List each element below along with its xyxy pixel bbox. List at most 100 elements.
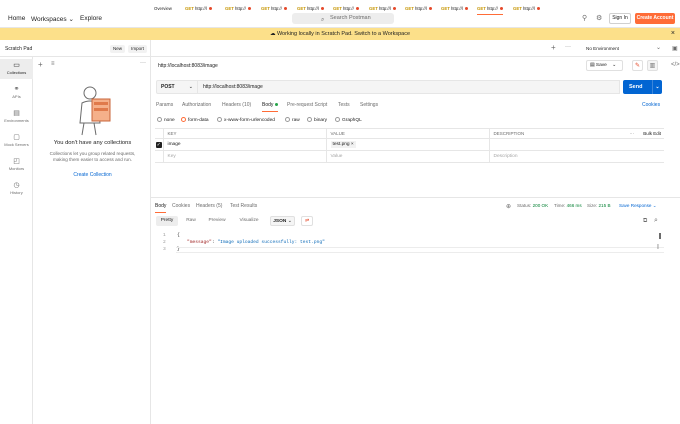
tab-params[interactable]: Params [156, 102, 173, 108]
save-response-button[interactable]: Save Response ⌄ [619, 203, 657, 209]
unsaved-dot-icon [428, 7, 432, 11]
request-tab[interactable]: GET http://l [513, 6, 540, 11]
cookies-link[interactable]: Cookies [642, 102, 660, 108]
request-tab[interactable]: GET http://l [441, 6, 468, 11]
unsaved-dot-icon [283, 7, 287, 11]
tab-pre-request-script[interactable]: Pre-request Script [287, 102, 327, 108]
tab-overview[interactable]: Overview [154, 6, 172, 11]
request-tab[interactable]: GET http://l [297, 6, 324, 11]
sidebar-item-environments[interactable]: ▤ Environments [0, 107, 33, 127]
format-tab-visualize[interactable]: Visualize [234, 216, 264, 226]
chevron-down-icon[interactable]: ⌄ [656, 44, 661, 51]
value-input[interactable]: Value [325, 150, 490, 163]
radio-urlencoded[interactable]: x-www-form-urlencoded [217, 117, 275, 123]
row-checkbox[interactable]: ✓ [155, 141, 162, 148]
format-select[interactable]: JSON ⌄ [270, 216, 295, 226]
create-account-button[interactable]: Create Account [635, 13, 675, 24]
request-tab-active[interactable]: GET http:// [477, 6, 503, 15]
environment-quick-look-icon[interactable]: ▣ [672, 45, 678, 52]
chevron-down-icon[interactable]: ⌄ [652, 80, 662, 94]
more-icon[interactable]: ··· [140, 60, 146, 66]
plus-icon[interactable]: + [38, 60, 43, 69]
sign-in-button[interactable]: Sign In [609, 13, 631, 24]
tabs-more-icon[interactable]: ··· [565, 44, 571, 50]
new-button[interactable]: New [110, 45, 125, 53]
tab-settings[interactable]: Settings [360, 102, 378, 108]
new-tab-plus-icon[interactable]: + [551, 43, 556, 52]
response-divider[interactable] [151, 197, 680, 198]
create-collection-link[interactable]: Create Collection [34, 172, 151, 178]
radio-label: GraphQL [342, 117, 362, 123]
tab-authorization[interactable]: Authorization [182, 102, 211, 108]
radio-label: form-data [188, 117, 209, 123]
documentation-icon[interactable]: ▥ [647, 60, 658, 71]
send-button[interactable]: Send ⌄ [623, 80, 662, 94]
response-tab-test-results[interactable]: Test Results [230, 203, 257, 209]
request-tab[interactable]: GET http://l [369, 6, 396, 11]
wrap-lines-icon[interactable]: ⇌ [301, 216, 313, 226]
history-icon: ◷ [13, 182, 20, 189]
request-tab[interactable]: GET http://l [185, 6, 212, 11]
description-cell[interactable] [488, 138, 664, 151]
search-input[interactable]: ⌕ Search Postman [292, 13, 394, 24]
request-tab[interactable]: GET http:// [225, 6, 251, 11]
more-icon[interactable]: ··· [630, 131, 635, 136]
key-input[interactable]: Key [162, 150, 327, 163]
copy-icon[interactable]: ⧉ [643, 218, 647, 225]
description-input[interactable]: Description [488, 150, 664, 163]
radio-graphql[interactable]: GraphQL [335, 117, 362, 123]
home-link[interactable]: Home [8, 15, 25, 22]
environment-select[interactable]: No Environment [586, 46, 619, 51]
workspaces-menu[interactable]: Workspaces ⌄ [31, 15, 74, 23]
save-label: Save [595, 63, 607, 68]
remove-file-icon[interactable]: × [351, 142, 354, 147]
request-title[interactable]: http://localhost:8083/image [158, 63, 218, 69]
request-tab[interactable]: GET http:// [261, 6, 287, 11]
radio-none[interactable]: none [157, 117, 175, 123]
search-icon[interactable]: ⌕ [654, 217, 658, 225]
tab-headers[interactable]: Headers (10) [222, 102, 251, 108]
filter-icon[interactable]: ≡ [51, 61, 55, 67]
response-tab-headers[interactable]: Headers (5) [196, 203, 222, 209]
request-tab[interactable]: GET http://l [405, 6, 432, 11]
response-tab-body[interactable]: Body [155, 203, 167, 213]
value-cell[interactable]: test.png × [325, 138, 490, 151]
code-icon[interactable]: </> [671, 62, 680, 68]
banner-text[interactable]: Working locally in Scratch Pad. Switch t… [277, 31, 410, 37]
send-label: Send [629, 84, 643, 90]
request-tab[interactable]: GET http:// [333, 6, 359, 11]
format-tab-pretty[interactable]: Pretty [156, 216, 178, 226]
format-tab-raw[interactable]: Raw [182, 216, 200, 226]
key-cell[interactable]: image [162, 138, 327, 151]
url-input[interactable]: http://localhost:8083/image [198, 80, 620, 94]
bulk-edit-link[interactable]: Bulk Edit [643, 131, 661, 136]
row-checkbox-cell [155, 150, 164, 163]
close-icon[interactable]: × [671, 28, 675, 40]
explore-link[interactable]: Explore [80, 15, 102, 22]
tab-tests[interactable]: Tests [338, 102, 350, 108]
radio-form-data[interactable]: form-data [181, 117, 209, 123]
line-number: 1 [163, 233, 166, 238]
format-tab-preview[interactable]: Preview [204, 216, 230, 226]
response-tab-cookies[interactable]: Cookies [172, 203, 190, 209]
radio-raw[interactable]: raw [285, 117, 300, 123]
scrollbar-marker[interactable] [659, 233, 661, 239]
method-select[interactable]: POST ⌄ [156, 80, 198, 94]
tab-body[interactable]: Body [262, 102, 278, 112]
sidebar-item-history[interactable]: ◷ History [0, 179, 33, 199]
radio-binary[interactable]: binary [307, 117, 327, 123]
save-button[interactable]: ▤ Save ⌄ [586, 60, 623, 71]
globe-icon[interactable]: ⊕ [506, 203, 511, 210]
import-button[interactable]: Import [128, 45, 147, 53]
json-key: "message" [187, 240, 212, 245]
gear-icon[interactable]: ⚙ [596, 14, 602, 22]
sidebar-item-apis[interactable]: ⚭ APIs [0, 83, 33, 103]
radio-circle [181, 117, 186, 122]
value-column-header: VALUE [325, 128, 490, 139]
sidebar-item-mock-servers[interactable]: ▢ Mock Servers [0, 131, 33, 151]
sidebar-item-monitors[interactable]: ◰ Monitors [0, 155, 33, 175]
edit-icon[interactable]: ✎ [632, 60, 643, 71]
sidebar-item-collections[interactable]: ▭ Collections [0, 59, 33, 79]
tab-label: http:// [271, 6, 282, 11]
satellite-icon[interactable]: ⚲ [582, 14, 587, 22]
